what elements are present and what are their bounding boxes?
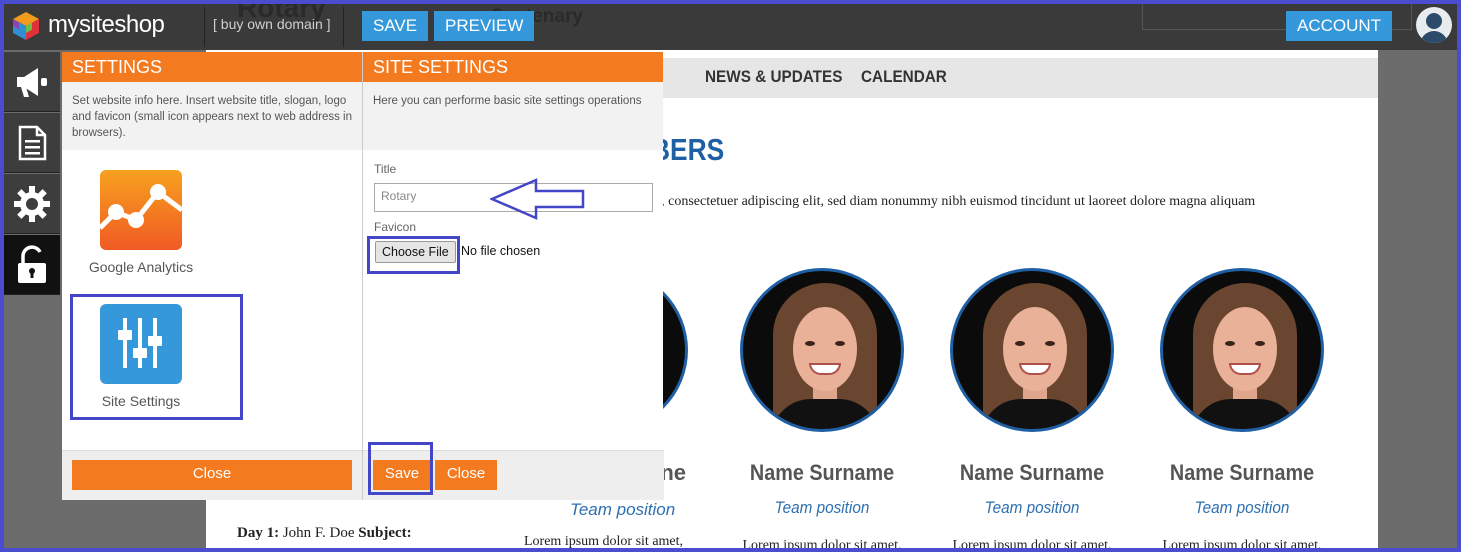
settings-panel-footer: Close	[62, 450, 362, 500]
avatar[interactable]	[1416, 7, 1452, 43]
member-position: Team position	[774, 498, 870, 517]
member-text-partial: Lorem ipsum dolor sit amet,	[524, 534, 684, 549]
member-text: Lorem ipsum dolor sit amet,	[952, 538, 1112, 552]
member-text: Lorem ipsum dolor sit amet,	[1162, 538, 1322, 552]
day-label: Day 1:	[237, 525, 280, 541]
highlight-save	[368, 442, 433, 495]
member-photo	[950, 268, 1114, 432]
member-name: Name Surname	[959, 460, 1105, 485]
member-photo	[1160, 268, 1324, 432]
highlight-site-settings	[70, 294, 243, 420]
brand-name[interactable]: mysiteshop	[48, 11, 165, 39]
highlight-choose-file	[367, 236, 460, 274]
site-settings-panel: SITE SETTINGS Here you can performe basi…	[362, 52, 664, 500]
cube-logo-icon[interactable]	[10, 10, 42, 42]
document-icon	[18, 125, 47, 160]
preview-button[interactable]: PREVIEW	[434, 11, 535, 41]
member-position: Team position	[984, 498, 1080, 517]
day-line: Day 1: John F. Doe Subject:	[237, 525, 412, 542]
settings-panel-title: SETTINGS	[62, 52, 362, 82]
settings-panel: SETTINGS Set website info here. Insert w…	[62, 52, 362, 500]
member-name: Name Surname	[1169, 460, 1315, 485]
arrow-left-icon	[490, 178, 585, 220]
google-analytics-app[interactable]	[98, 170, 184, 250]
site-settings-panel-title: SITE SETTINGS	[363, 52, 663, 82]
member-position-partial: Team position	[570, 500, 676, 519]
favicon-label: Favicon	[374, 220, 417, 234]
day-subject: Subject:	[358, 525, 412, 541]
editor-toolbar: Rotary Centenary mysiteshop [ buy own do…	[0, 0, 1461, 50]
gear-icon	[14, 185, 50, 222]
nav-item-calendar[interactable]: CALENDAR	[861, 67, 947, 87]
sidebar-item-pages[interactable]	[4, 113, 60, 173]
member-card: Name Surname Team position Lorem ipsum d…	[740, 268, 904, 552]
member-position: Team position	[1194, 498, 1290, 517]
member-photo	[740, 268, 904, 432]
intro-text: et, consectetuer adipiscing elit, sed di…	[651, 194, 1256, 209]
save-button[interactable]: SAVE	[362, 11, 429, 41]
day-name: John F. Doe	[282, 525, 355, 541]
sidebar-item-settings[interactable]	[4, 174, 60, 234]
megaphone-icon	[17, 67, 47, 97]
settings-close-button[interactable]: Close	[72, 460, 352, 490]
google-analytics-label: Google Analytics	[88, 259, 194, 275]
site-settings-panel-description: Here you can performe basic site setting…	[363, 82, 663, 150]
buy-domain-link[interactable]: [ buy own domain ]	[204, 7, 344, 47]
nav-item-news[interactable]: NEWS & UPDATES	[705, 67, 842, 87]
member-card: Name Surname Team position Lorem ipsum d…	[1160, 268, 1324, 552]
lock-icon	[18, 244, 46, 283]
sidebar-item-security[interactable]	[4, 235, 60, 295]
analytics-icon	[98, 184, 184, 230]
member-name: Name Surname	[749, 460, 895, 485]
member-text: Lorem ipsum dolor sit amet,	[742, 538, 902, 552]
sidebar-item-marketing[interactable]	[4, 52, 60, 112]
site-settings-close-button[interactable]: Close	[435, 460, 497, 490]
editor-sidebar	[4, 52, 60, 296]
account-button[interactable]: ACCOUNT	[1286, 11, 1393, 41]
no-file-chosen-text: No file chosen	[461, 244, 541, 258]
title-label: Title	[374, 162, 397, 176]
member-card: Name Surname Team position Lorem ipsum d…	[950, 268, 1114, 552]
settings-panel-description: Set website info here. Insert website ti…	[62, 82, 362, 150]
